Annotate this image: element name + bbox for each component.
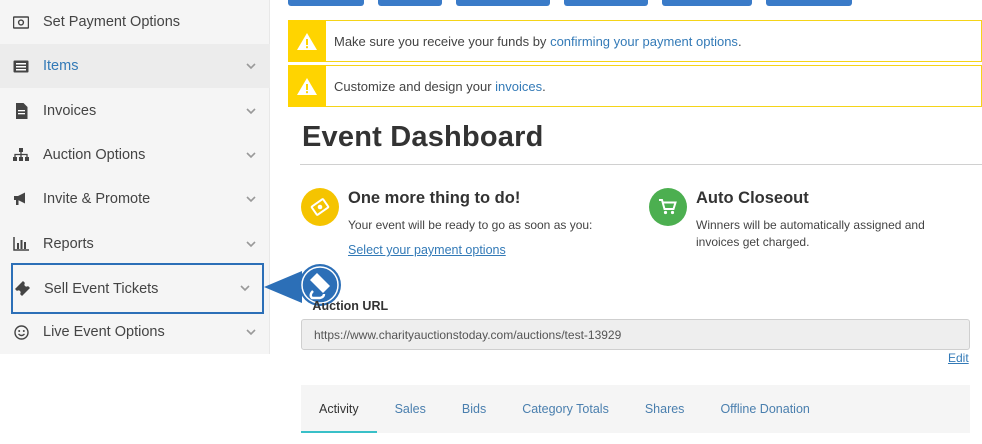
chevron-down-icon <box>240 284 250 294</box>
dashboard-tabs: Activity Sales Bids Category Totals Shar… <box>301 385 970 433</box>
sidebar-item-auction-options[interactable]: Auction Options <box>0 133 270 177</box>
sidebar-item-label: Invite & Promote <box>43 191 151 207</box>
top-button[interactable] <box>378 0 442 6</box>
sidebar-item-label: Auction Options <box>43 147 146 163</box>
alert-suffix: . <box>737 33 742 49</box>
divider <box>300 164 982 165</box>
sitemap-icon <box>12 146 30 164</box>
sidebar-item-label: Set Payment Options <box>43 14 181 30</box>
confirm-payment-options-link[interactable]: confirming your payment options <box>550 34 738 49</box>
top-button[interactable] <box>766 0 852 6</box>
sidebar-item-label: Invoices <box>43 103 97 119</box>
chevron-down-icon <box>246 106 256 116</box>
closeout-text-line: Winners will be automatically assigned a… <box>696 218 925 232</box>
sidebar-item-reports[interactable]: Reports <box>0 222 270 266</box>
chevron-down-icon <box>246 239 256 249</box>
sidebar-item-label: Live Event Options <box>43 324 165 340</box>
alert-text: Make sure you receive your funds by <box>334 33 551 49</box>
money-icon <box>12 13 30 31</box>
select-payment-options-link[interactable]: Select your payment options <box>348 243 506 257</box>
chevron-down-icon <box>246 194 256 204</box>
alert-message: Make sure you receive your funds by conf… <box>334 34 742 49</box>
auction-url-field[interactable]: https://www.charityauctionstoday.com/auc… <box>301 319 970 350</box>
tab-offline-donation[interactable]: Offline Donation <box>702 385 827 433</box>
chevron-down-icon <box>246 150 256 160</box>
tab-category-totals[interactable]: Category Totals <box>504 385 627 433</box>
closeout-text: Winners will be automatically assigned a… <box>696 217 925 251</box>
closeout-title: Auto Closeout <box>696 189 809 207</box>
alert-suffix: . <box>542 78 546 94</box>
edit-url-link[interactable]: Edit <box>948 351 969 365</box>
sidebar: Set Payment Options Items Invoices Aucti… <box>0 0 270 354</box>
cart-icon <box>649 188 687 226</box>
sidebar-item-items[interactable]: Items <box>0 44 270 88</box>
list-icon <box>12 57 30 75</box>
top-button[interactable] <box>662 0 752 6</box>
alert-text: Customize and design your <box>334 78 496 94</box>
payment-alert: Make sure you receive your funds by conf… <box>288 20 982 62</box>
sidebar-item-invoices[interactable]: Invoices <box>0 89 270 133</box>
tab-shares[interactable]: Shares <box>627 385 703 433</box>
tab-activity[interactable]: Activity <box>301 385 377 433</box>
todo-title: One more thing to do! <box>348 189 521 207</box>
top-button[interactable] <box>564 0 648 6</box>
alert-message: Customize and design your invoices. <box>334 79 546 94</box>
sidebar-item-sell-event-tickets[interactable]: Sell Event Tickets <box>11 263 264 314</box>
closeout-text-line: invoices get charged. <box>696 235 810 249</box>
chevron-down-icon <box>246 61 256 71</box>
auction-url-label: Auction URL <box>302 299 389 313</box>
document-icon <box>12 102 30 120</box>
sidebar-item-set-payment-options[interactable]: Set Payment Options <box>0 0 270 44</box>
page-title: Event Dashboard <box>302 121 544 153</box>
invoices-alert: Customize and design your invoices. <box>288 65 982 107</box>
tab-bids[interactable]: Bids <box>444 385 504 433</box>
megaphone-icon <box>12 190 30 208</box>
sidebar-item-label: Sell Event Tickets <box>44 280 159 297</box>
ticket-icon <box>13 280 31 298</box>
top-button[interactable] <box>288 0 364 6</box>
warning-icon <box>288 20 326 62</box>
tab-sales[interactable]: Sales <box>377 385 444 433</box>
sidebar-item-label: Items <box>43 58 79 74</box>
chevron-down-icon <box>246 327 256 337</box>
sidebar-item-live-event-options[interactable]: Live Event Options <box>0 310 270 354</box>
top-button-row <box>288 0 852 6</box>
top-button[interactable] <box>456 0 550 6</box>
invoices-link[interactable]: invoices <box>495 79 542 94</box>
sidebar-item-invite-promote[interactable]: Invite & Promote <box>0 177 270 221</box>
todo-text: Your event will be ready to go as soon a… <box>348 218 593 232</box>
payment-ticket-icon <box>301 188 339 226</box>
bar-chart-icon <box>12 235 30 253</box>
warning-icon <box>288 65 326 107</box>
smile-icon <box>12 323 30 341</box>
sidebar-item-label: Reports <box>43 236 94 252</box>
